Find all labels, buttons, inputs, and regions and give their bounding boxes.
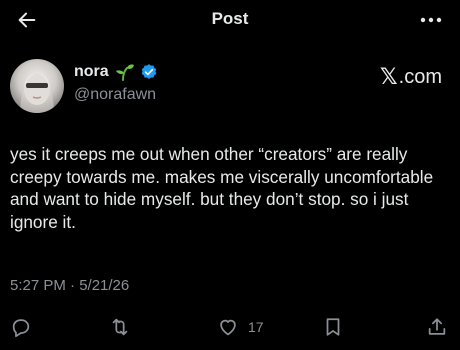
avatar[interactable]: [10, 59, 64, 113]
share-icon: [426, 316, 448, 338]
display-name[interactable]: nora: [74, 63, 109, 81]
bookmark-button[interactable]: [322, 312, 344, 342]
name-line: nora: [74, 63, 158, 81]
like-count: 17: [248, 319, 264, 335]
x-watermark: 𝕏 .com: [380, 65, 442, 90]
share-button[interactable]: [426, 312, 448, 342]
more-options-button[interactable]: [416, 10, 446, 30]
page-title: Post: [211, 9, 249, 28]
user-handle[interactable]: @norafawn: [74, 86, 156, 104]
bookmark-icon: [322, 316, 344, 338]
reply-icon: [10, 316, 32, 338]
reply-button[interactable]: [10, 312, 32, 342]
like-button[interactable]: 17: [216, 312, 264, 342]
top-bar: Post: [0, 0, 460, 40]
watermark-domain: .com: [398, 66, 442, 88]
more-horizontal-icon: [420, 17, 442, 23]
x-logo-icon: 𝕏: [379, 65, 398, 90]
retweet-icon: [108, 316, 132, 338]
author-row: nora @norafawn 𝕏 .com: [0, 55, 460, 115]
post-page: Post nora @norafawn 𝕏 .com yes it creeps…: [0, 0, 460, 350]
verified-badge-icon[interactable]: [140, 63, 158, 81]
heart-icon: [216, 316, 240, 338]
seedling-icon: [115, 63, 135, 81]
tweet-text: yes it creeps me out when other “creator…: [10, 144, 434, 232]
retweet-button[interactable]: [108, 312, 132, 342]
tweet-timestamp[interactable]: 5:27 PM · 5/21/26: [10, 277, 129, 294]
action-bar: 17: [0, 312, 460, 342]
